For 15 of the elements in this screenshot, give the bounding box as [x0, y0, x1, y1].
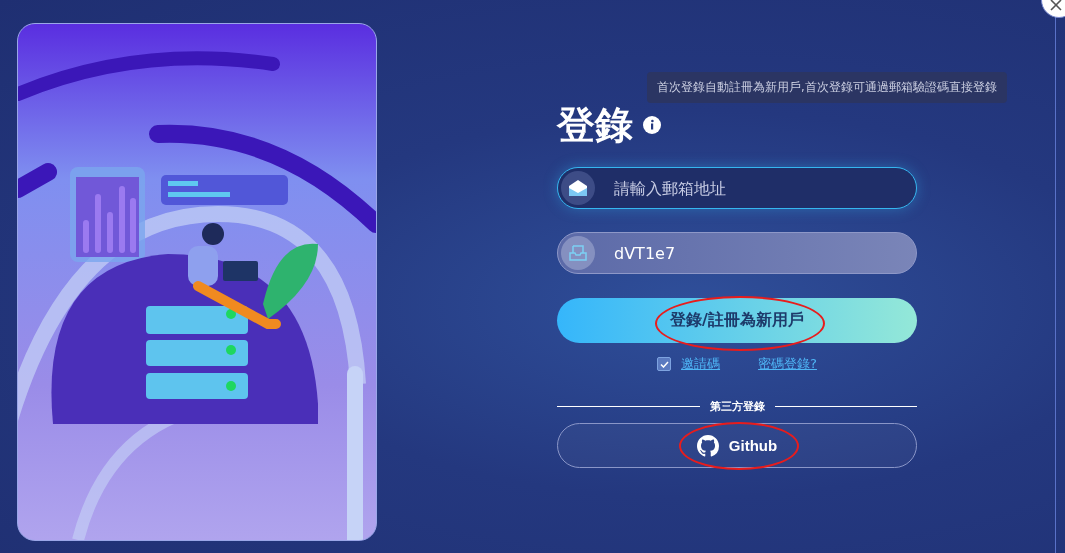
- close-icon: [1050, 0, 1062, 11]
- inbox-icon: [569, 245, 587, 261]
- login-title: 登錄: [557, 102, 633, 149]
- info-icon[interactable]: [643, 116, 661, 134]
- github-icon: [696, 434, 719, 457]
- divider-label: 第三方登錄: [709, 399, 765, 414]
- tooltip: 首次登錄自動註冊為新用戶,首次登錄可通過郵箱驗證碼直接登錄: [647, 72, 1007, 103]
- invite-code-link[interactable]: 邀請碼: [681, 355, 721, 373]
- github-button[interactable]: Github: [557, 423, 917, 468]
- code-field[interactable]: dVT1e7: [557, 232, 917, 274]
- envelope-icon: [568, 179, 588, 197]
- email-field[interactable]: 請輸入郵箱地址: [557, 167, 917, 209]
- password-login-link[interactable]: 密碼登錄?: [758, 355, 817, 373]
- login-button[interactable]: 登錄/註冊為新用戶: [557, 298, 917, 343]
- checkbox[interactable]: [657, 357, 672, 371]
